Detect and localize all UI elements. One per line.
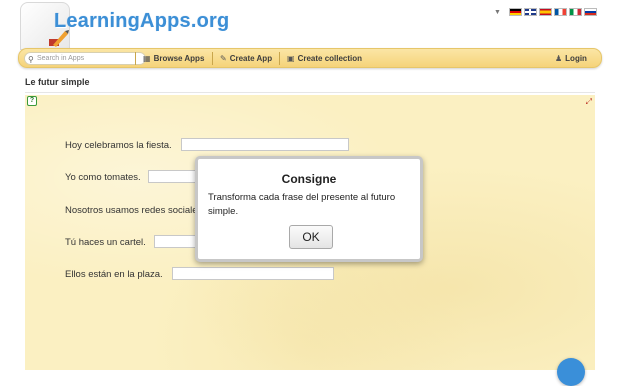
user-icon: ♟ xyxy=(555,54,563,63)
dropdown-arrow-icon[interactable]: ▼ xyxy=(494,9,501,16)
sentence-5: Ellos están en la plaza. xyxy=(65,269,163,280)
search-placeholder: Search in Apps xyxy=(37,55,85,62)
page-title: Le futur simple xyxy=(25,77,90,87)
answer-input-1[interactable] xyxy=(181,138,349,151)
nav-divider xyxy=(135,52,136,65)
uk-flag-icon[interactable] xyxy=(523,8,537,16)
floating-action-button[interactable] xyxy=(557,358,585,386)
login-label: Login xyxy=(565,54,587,63)
login-link[interactable]: ♟ Login xyxy=(555,53,587,64)
create-collection-link[interactable]: ▣ Create collection xyxy=(287,53,362,64)
dialog-text: Transforma cada frase del presente al fu… xyxy=(208,192,396,217)
ru-flag-icon[interactable] xyxy=(583,8,597,16)
language-selector[interactable]: ▼ xyxy=(494,7,597,17)
site-logo-text[interactable]: LearningApps.org xyxy=(54,10,229,33)
it-flag-icon[interactable] xyxy=(568,8,582,16)
browse-apps-label: Browse Apps xyxy=(153,54,205,63)
sentence-4: Tú haces un cartel. xyxy=(65,237,146,248)
create-collection-label: Create collection xyxy=(297,54,363,63)
sentence-1: Hoy celebramos la fiesta. xyxy=(65,140,172,151)
ok-button[interactable]: OK xyxy=(289,225,333,249)
dialog-title: Consigne xyxy=(281,172,337,186)
title-divider xyxy=(25,92,595,93)
create-app-label: Create App xyxy=(229,54,273,63)
es-flag-icon[interactable] xyxy=(538,8,552,16)
sentence-3: Nosotros usamos redes sociales. xyxy=(65,205,205,216)
help-icon[interactable]: ? xyxy=(27,96,37,106)
sentence-2: Yo como tomates. xyxy=(65,172,141,183)
create-app-link[interactable]: ✎ Create App xyxy=(220,53,272,64)
fr-flag-icon[interactable] xyxy=(553,8,567,16)
answer-input-5[interactable] xyxy=(172,267,334,280)
nav-divider xyxy=(212,52,213,65)
collection-icon: ▣ xyxy=(287,54,295,63)
main-navbar: ⚲ Search in Apps ▦ Browse Apps ✎ Create Ap… xyxy=(18,48,602,68)
search-icon: ⚲ xyxy=(28,55,34,64)
grid-icon: ▦ xyxy=(143,54,151,63)
pencil-icon: ✎ xyxy=(220,54,227,63)
nav-divider xyxy=(279,52,280,65)
site-header: LearningApps.org ▼ xyxy=(0,0,620,50)
search-input[interactable]: ⚲ Search in Apps xyxy=(24,52,146,65)
fullscreen-icon[interactable]: ⤢ xyxy=(586,97,592,107)
de-flag-icon[interactable] xyxy=(508,8,522,16)
instruction-dialog: Consigne Transforma cada frase del prese… xyxy=(195,156,423,262)
browse-apps-link[interactable]: ▦ Browse Apps xyxy=(143,53,204,64)
